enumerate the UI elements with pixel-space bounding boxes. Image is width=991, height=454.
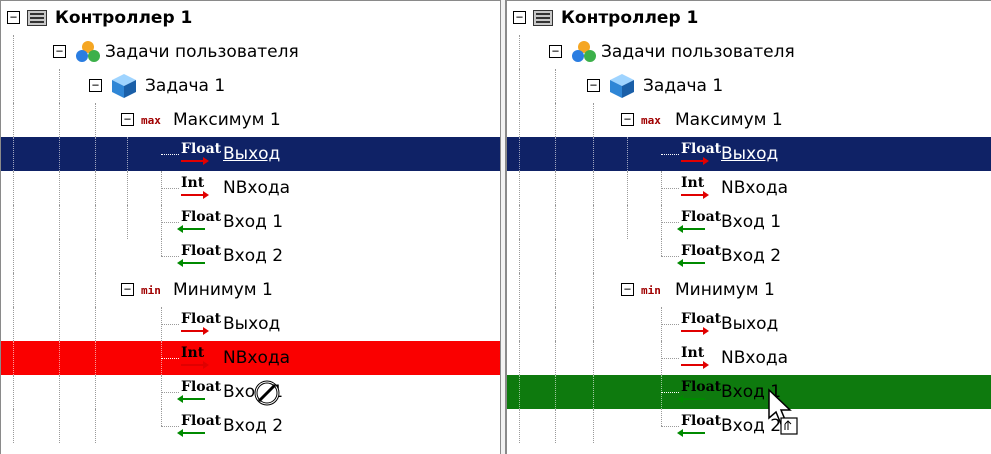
collapse-toggle[interactable]: − <box>121 283 134 296</box>
collapse-toggle[interactable]: − <box>549 45 562 58</box>
drag-copy-cursor-icon <box>767 388 803 438</box>
tree-node-label: NВхода <box>721 348 789 368</box>
user-tasks-icon <box>571 39 597 65</box>
tree-node-min-block[interactable]: − min Минимум 1 <box>507 273 991 307</box>
tree-node-label: Контроллер 1 <box>561 8 699 28</box>
tree-node-task[interactable]: − Задача 1 <box>507 69 991 103</box>
tree-node-label: Вход 1 <box>223 212 284 232</box>
tree-node-min-ninput[interactable]: Int NВхода <box>507 341 991 375</box>
tree-node-max-input1[interactable]: Float Вход 1 <box>1 205 500 239</box>
tree-node-label: Вход 1 <box>721 212 782 232</box>
collapse-toggle[interactable]: − <box>121 113 134 126</box>
tree-node-max-input2[interactable]: Float Вход 2 <box>1 239 500 273</box>
float-input-icon: Float <box>177 379 221 405</box>
controller-icon <box>533 5 553 31</box>
tree-node-min-input2[interactable]: Float Вход 2 <box>1 409 500 443</box>
tree-node-min-block[interactable]: − min Минимум 1 <box>1 273 500 307</box>
tree-node-min-input1[interactable]: Float Вход 1 <box>507 375 991 409</box>
tree-node-min-ninput[interactable]: Int NВхода <box>1 341 500 375</box>
tree-node-label: Выход <box>721 314 779 334</box>
float-output-icon: Float <box>179 141 221 167</box>
tree-node-controller[interactable]: − Контроллер 1 <box>507 1 991 35</box>
int-output-icon: Int <box>679 175 713 201</box>
int-output-icon: Int <box>679 345 713 371</box>
tree-node-max-input1[interactable]: Float Вход 1 <box>507 205 991 239</box>
tree-node-max-block[interactable]: − max Максимум 1 <box>1 103 500 137</box>
float-input-icon: Float <box>677 243 721 269</box>
tree-node-label: Минимум 1 <box>173 280 273 300</box>
tree-node-label: Максимум 1 <box>675 110 783 130</box>
tree-node-label: Вход 2 <box>223 416 284 436</box>
int-output-icon: Int <box>179 175 213 201</box>
float-output-icon: Float <box>679 141 721 167</box>
tree-node-label: Вход 2 <box>721 246 782 266</box>
collapse-toggle[interactable]: − <box>621 283 634 296</box>
tree-node-label: Вход 2 <box>223 246 284 266</box>
user-tasks-icon <box>75 39 101 65</box>
tree-node-user-tasks[interactable]: − Задачи пользователя <box>1 35 500 69</box>
tree-node-max-input2[interactable]: Float Вход 2 <box>507 239 991 273</box>
collapse-toggle[interactable]: − <box>89 79 102 92</box>
tree-node-label: Выход <box>721 144 779 164</box>
collapse-toggle[interactable]: − <box>621 113 634 126</box>
float-output-icon: Float <box>679 311 721 337</box>
tree-node-label: Задачи пользователя <box>601 42 795 62</box>
float-output-icon: Float <box>179 311 221 337</box>
tree-node-label: NВхода <box>721 178 789 198</box>
tree-node-label: NВхода <box>223 178 291 198</box>
collapse-toggle[interactable]: − <box>587 79 600 92</box>
no-drop-cursor-icon <box>253 379 281 407</box>
tree-node-min-output[interactable]: Float Выход <box>1 307 500 341</box>
tree-node-label: Задачи пользователя <box>105 42 299 62</box>
tree-view-right[interactable]: − Контроллер 1 − Задачи пользователя − З… <box>506 0 991 454</box>
float-input-icon: Float <box>677 379 721 405</box>
float-input-icon: Float <box>177 243 221 269</box>
task-cube-icon <box>111 73 137 99</box>
tree-node-controller[interactable]: − Контроллер 1 <box>1 1 500 35</box>
tree-node-min-input2[interactable]: Float Вход 2 <box>507 409 991 443</box>
tree-node-label: Задача 1 <box>145 76 226 96</box>
collapse-toggle[interactable]: − <box>53 45 66 58</box>
tree-node-task[interactable]: − Задача 1 <box>1 69 500 103</box>
tree-node-label: Выход <box>223 314 281 334</box>
tree-node-label: Контроллер 1 <box>55 8 193 28</box>
tree-node-max-output[interactable]: Float Выход <box>1 137 500 171</box>
tree-node-max-block[interactable]: − max Максимум 1 <box>507 103 991 137</box>
tree-node-min-input1[interactable]: Float Вход 1 <box>1 375 500 409</box>
tree-node-max-output[interactable]: Float Выход <box>507 137 991 171</box>
max-function-icon: max <box>641 113 661 127</box>
tree-node-label: Максимум 1 <box>173 110 281 130</box>
min-function-icon: min <box>141 283 161 297</box>
controller-icon <box>27 5 47 31</box>
max-function-icon: max <box>141 113 161 127</box>
tree-node-max-ninput[interactable]: Int NВхода <box>507 171 991 205</box>
float-input-icon: Float <box>177 413 221 439</box>
tree-node-user-tasks[interactable]: − Задачи пользователя <box>507 35 991 69</box>
tree-node-label: Задача 1 <box>643 76 724 96</box>
float-input-icon: Float <box>177 209 221 235</box>
tree-node-label: Выход <box>223 144 281 164</box>
tree-node-max-ninput[interactable]: Int NВхода <box>1 171 500 205</box>
float-input-icon: Float <box>677 413 721 439</box>
collapse-toggle[interactable]: − <box>7 11 20 24</box>
tree-node-min-output[interactable]: Float Выход <box>507 307 991 341</box>
task-cube-icon <box>609 73 635 99</box>
tree-view-left[interactable]: − Контроллер 1 − Задачи пользователя − З… <box>0 0 500 454</box>
min-function-icon: min <box>641 283 661 297</box>
tree-node-label: NВхода <box>223 348 291 368</box>
float-input-icon: Float <box>677 209 721 235</box>
int-output-icon: Int <box>179 345 213 371</box>
tree-node-label: Минимум 1 <box>675 280 775 300</box>
collapse-toggle[interactable]: − <box>513 11 526 24</box>
